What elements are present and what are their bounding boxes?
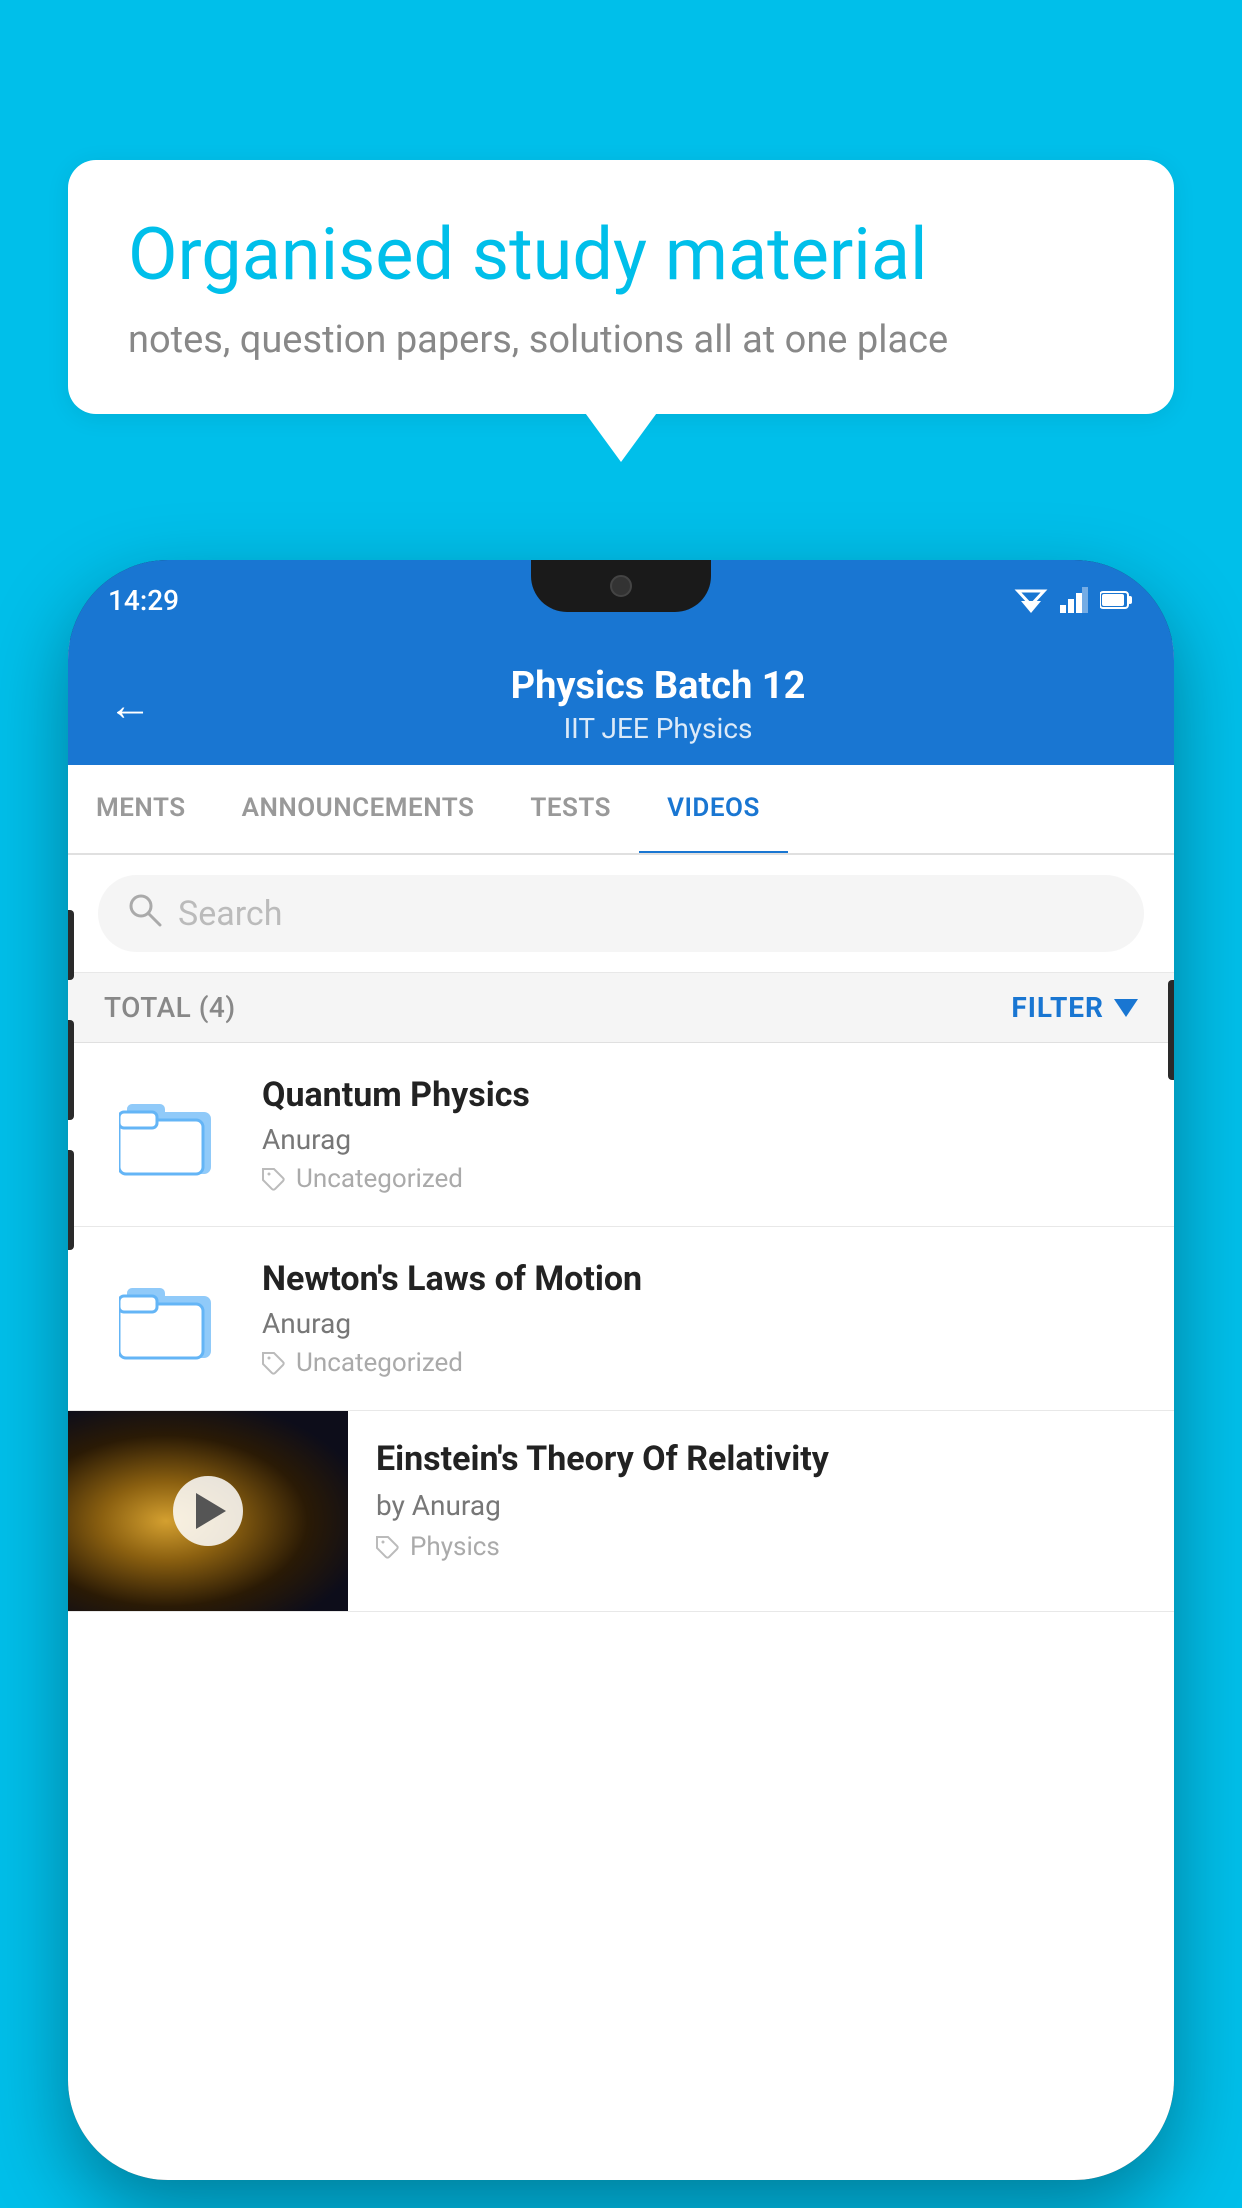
tab-ments[interactable]: MENTS: [68, 765, 214, 855]
tab-announcements[interactable]: ANNOUNCEMENTS: [214, 765, 503, 855]
item-info: Quantum Physics Anurag Uncategorized: [262, 1075, 1138, 1194]
search-icon: [126, 891, 162, 936]
item-title: Quantum Physics: [262, 1075, 1138, 1115]
folder-icon: [119, 1274, 219, 1364]
search-placeholder: Search: [178, 894, 282, 934]
filter-button[interactable]: FILTER: [1011, 991, 1138, 1024]
tab-tests[interactable]: TESTS: [502, 765, 639, 855]
tag-icon: [262, 1167, 286, 1191]
list-item[interactable]: Einstein's Theory Of Relativity by Anura…: [68, 1411, 1174, 1612]
item-tag-label: Uncategorized: [296, 1348, 463, 1378]
search-bar[interactable]: Search: [98, 875, 1144, 952]
signal-icon: [1060, 587, 1088, 613]
item-tag: Physics: [376, 1532, 1146, 1562]
tag-icon: [376, 1535, 400, 1559]
tab-videos[interactable]: VIDEOS: [639, 765, 788, 855]
power-button: [1168, 980, 1174, 1080]
list-item[interactable]: Newton's Laws of Motion Anurag Uncategor…: [68, 1227, 1174, 1411]
item-info: Newton's Laws of Motion Anurag Uncategor…: [262, 1259, 1138, 1378]
status-bar: 14:29: [68, 560, 1174, 640]
phone-screen: ← Physics Batch 12 IIT JEE Physics MENTS…: [68, 640, 1174, 2180]
speech-bubble-title: Organised study material: [128, 212, 1114, 298]
play-button[interactable]: [173, 1476, 243, 1546]
app-header: ← Physics Batch 12 IIT JEE Physics: [68, 640, 1174, 765]
filter-bar: TOTAL (4) FILTER: [68, 973, 1174, 1043]
tag-icon: [262, 1351, 286, 1375]
item-tag-label: Uncategorized: [296, 1164, 463, 1194]
total-count: TOTAL (4): [104, 991, 236, 1024]
item-author: Anurag: [262, 1123, 1138, 1156]
batch-subtitle: IIT JEE Physics: [182, 712, 1134, 745]
video-thumbnail: [68, 1411, 348, 1611]
header-title-area: Physics Batch 12 IIT JEE Physics: [182, 664, 1134, 745]
play-icon: [196, 1493, 226, 1529]
status-icons: [1014, 587, 1134, 613]
item-tag: Uncategorized: [262, 1164, 1138, 1194]
front-camera: [610, 575, 632, 597]
tabs-container: MENTS ANNOUNCEMENTS TESTS VIDEOS: [68, 765, 1174, 855]
item-title: Einstein's Theory Of Relativity: [376, 1439, 1146, 1479]
battery-icon: [1100, 590, 1134, 610]
phone-frame: 14:29: [68, 560, 1174, 2180]
silent-button: [68, 1150, 74, 1250]
folder-icon: [119, 1090, 219, 1180]
item-thumbnail: [104, 1085, 234, 1185]
item-tag: Uncategorized: [262, 1348, 1138, 1378]
speech-bubble: Organised study material notes, question…: [68, 160, 1174, 414]
filter-label: FILTER: [1011, 991, 1104, 1024]
item-info: Einstein's Theory Of Relativity by Anura…: [348, 1411, 1174, 1590]
video-list: Quantum Physics Anurag Uncategorized: [68, 1043, 1174, 1612]
speech-bubble-subtitle: notes, question papers, solutions all at…: [128, 318, 1114, 362]
wifi-icon: [1014, 587, 1048, 613]
search-container: Search: [68, 855, 1174, 973]
back-button[interactable]: ←: [108, 679, 152, 731]
volume-down-button: [68, 1020, 74, 1120]
item-author: Anurag: [262, 1307, 1138, 1340]
item-author: by Anurag: [376, 1489, 1146, 1522]
item-title: Newton's Laws of Motion: [262, 1259, 1138, 1299]
filter-icon: [1114, 999, 1138, 1017]
batch-title: Physics Batch 12: [182, 664, 1134, 708]
volume-up-button: [68, 910, 74, 980]
notch: [531, 560, 711, 612]
item-tag-label: Physics: [410, 1532, 500, 1562]
status-time: 14:29: [108, 584, 179, 617]
item-thumbnail: [104, 1269, 234, 1369]
list-item[interactable]: Quantum Physics Anurag Uncategorized: [68, 1043, 1174, 1227]
